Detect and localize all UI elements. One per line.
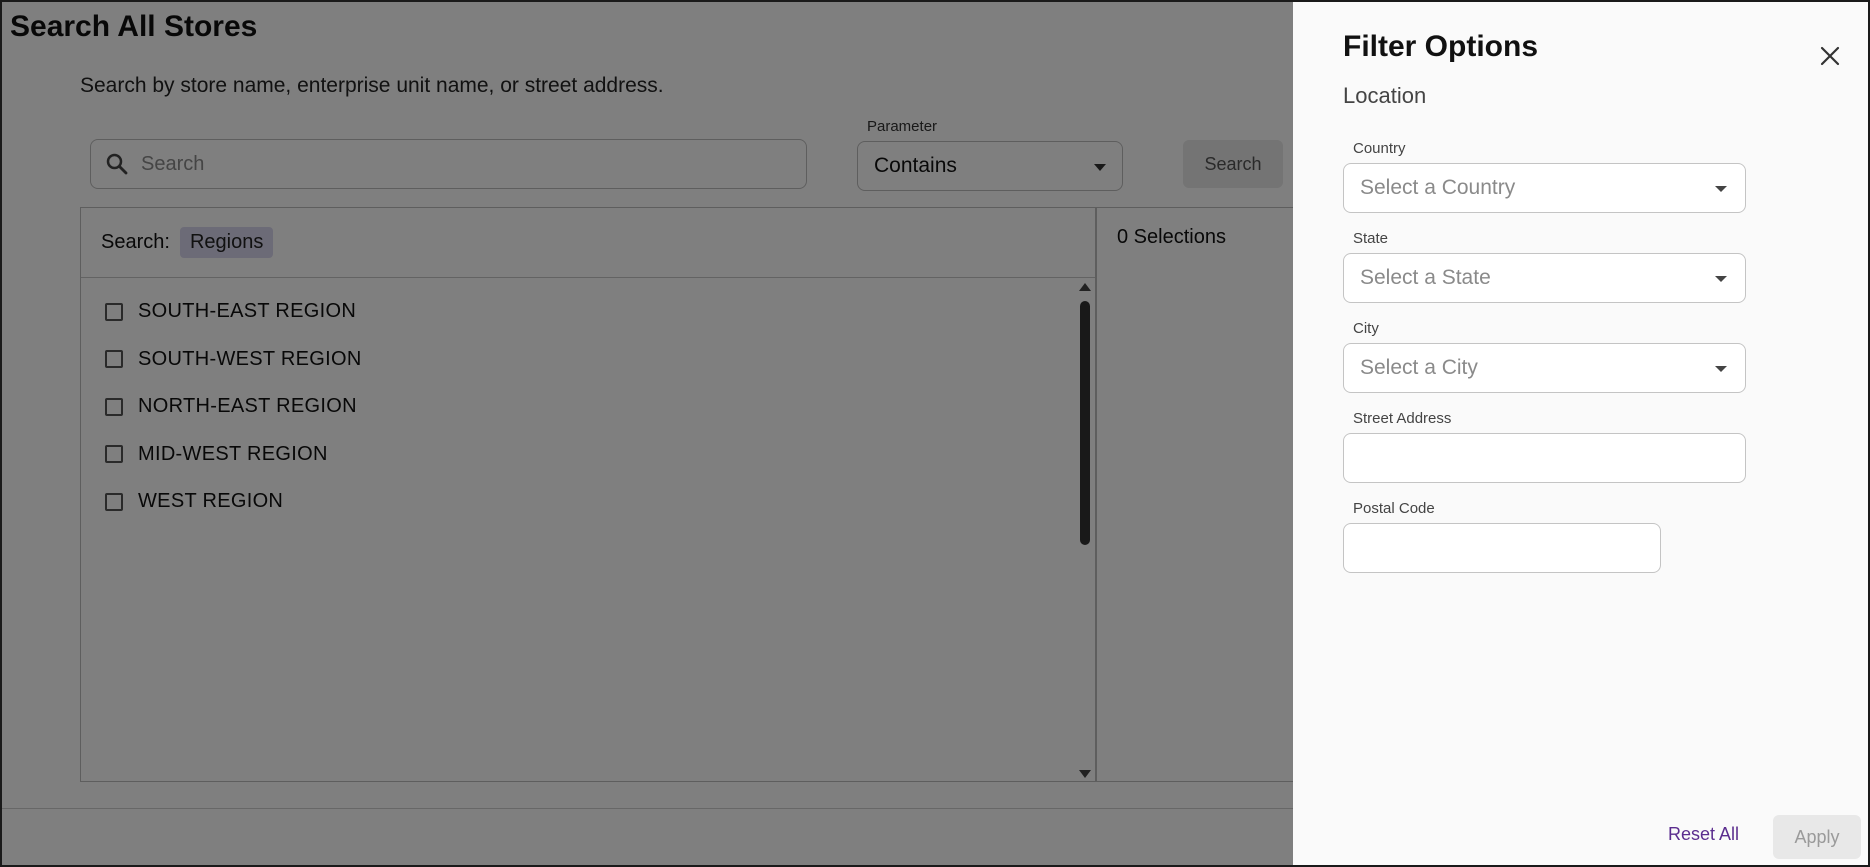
- window-frame: [0, 0, 1870, 867]
